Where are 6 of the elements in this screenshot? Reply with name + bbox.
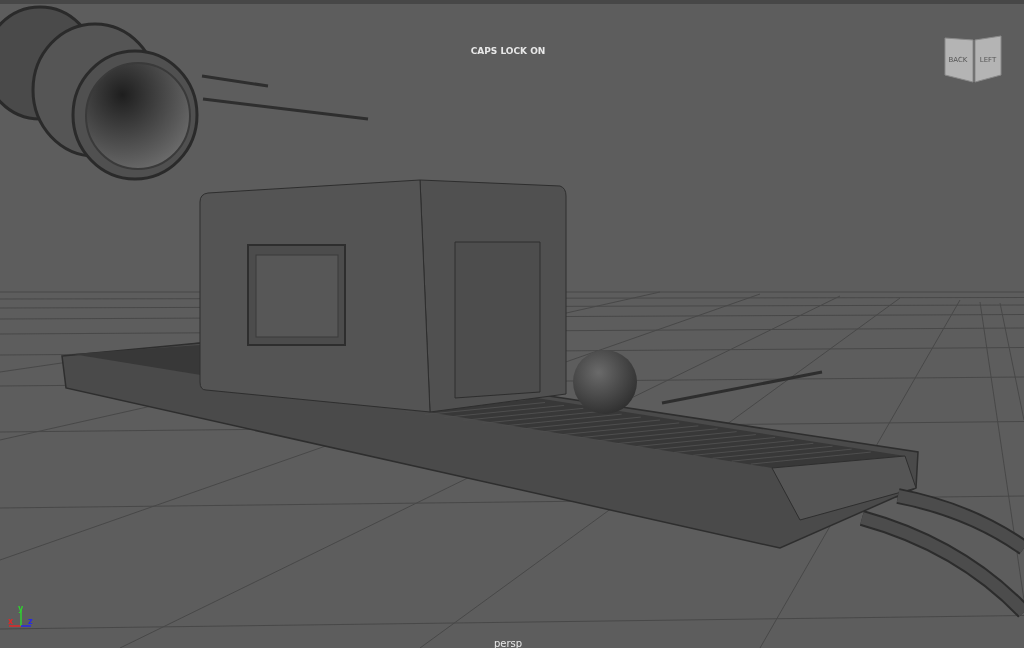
axis-label: x: [8, 617, 14, 626]
axis-label: z: [28, 617, 33, 626]
rod: [201, 74, 269, 88]
hud-message: CAPS LOCK ON: [470, 46, 546, 56]
sphere: [573, 350, 637, 414]
axis-label: y: [18, 604, 24, 613]
